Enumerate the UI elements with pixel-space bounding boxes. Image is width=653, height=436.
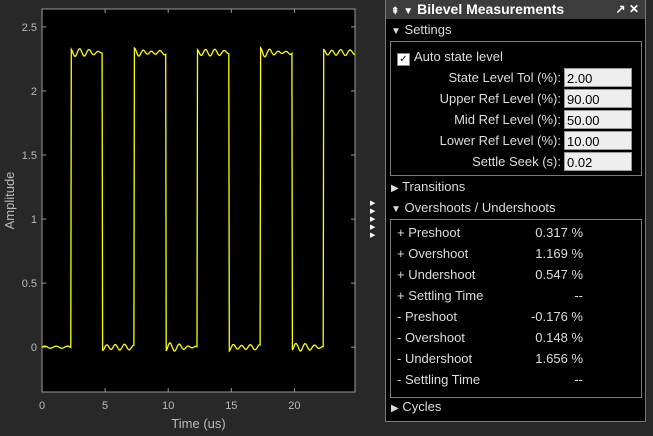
measurement-name: + Settling Time: [397, 288, 484, 303]
collapsed-arrow-icon: ▶: [391, 183, 399, 194]
x-tick-label: 15: [225, 400, 237, 412]
x-tick-label: 20: [288, 400, 300, 412]
settings-box: ✓ Auto state level State Level Tol (%): 2.…: [390, 41, 642, 176]
panel-splitter-handle[interactable]: ▶ ▶ ▶ ▶ ▶: [370, 200, 375, 240]
collapsed-arrow-icon: ▶: [391, 403, 399, 414]
pin-icon[interactable]: ⇞: [391, 6, 399, 17]
y-tick-label: 2: [31, 86, 37, 98]
y-tick-label: 0.5: [22, 278, 37, 290]
cycles-section-toggle[interactable]: ▶ Cycles: [391, 399, 441, 414]
measurement-name: - Settling Time: [397, 372, 481, 387]
setting-input[interactable]: 50.00: [564, 110, 632, 129]
measurement-name: - Undershoot: [397, 351, 473, 366]
measurement-value: 1.169 %: [535, 246, 583, 261]
overshoots-section-toggle[interactable]: ▼ Overshoots / Undershoots: [391, 200, 556, 215]
panel-titlebar: ⇞ ▼ Bilevel Measurements ↗ ✕: [386, 0, 645, 19]
bilevel-measurements-panel: ⇞ ▼ Bilevel Measurements ↗ ✕ ▼ Settings …: [385, 0, 646, 422]
auto-state-level-label: Auto state level: [414, 49, 503, 64]
expanded-arrow-icon: ▼: [391, 26, 401, 37]
setting-input[interactable]: 10.00: [564, 131, 632, 150]
panel-title: Bilevel Measurements: [417, 1, 565, 17]
setting-label: Upper Ref Level (%):: [439, 91, 561, 106]
plot-area: [41, 8, 356, 393]
settings-section-toggle[interactable]: ▼ Settings: [391, 22, 452, 37]
y-tick-label: 2.5: [22, 22, 37, 34]
close-icon[interactable]: ✕: [629, 2, 639, 16]
transitions-header: Transitions: [402, 179, 466, 194]
expanded-arrow-icon: ▼: [391, 204, 401, 215]
setting-input[interactable]: 0.02: [564, 152, 632, 171]
setting-input[interactable]: 2.00: [564, 68, 632, 87]
measurement-value: --: [574, 372, 583, 387]
setting-label: State Level Tol (%):: [448, 70, 561, 85]
setting-input[interactable]: 90.00: [564, 89, 632, 108]
measurement-name: + Overshoot: [397, 246, 469, 261]
measurement-value: 0.148 %: [535, 330, 583, 345]
x-axis-label: Time (us): [171, 416, 225, 431]
x-tick-label: 5: [102, 400, 108, 412]
y-tick-label: 0: [31, 342, 37, 354]
measurement-value: 0.317 %: [535, 225, 583, 240]
x-tick-label: 0: [39, 400, 45, 412]
measurement-name: - Overshoot: [397, 330, 465, 345]
measurement-value: 0.547 %: [535, 267, 583, 282]
y-axis-label: Amplitude: [2, 172, 17, 230]
checkmark-icon: ✓: [397, 53, 410, 66]
setting-label: Settle Seek (s):: [472, 154, 561, 169]
auto-state-level-checkbox[interactable]: ✓ Auto state level: [397, 49, 503, 66]
measurement-name: - Preshoot: [397, 309, 457, 324]
overshoots-box: + Preshoot 0.317 % + Overshoot 1.169 % + Und…: [390, 219, 642, 398]
y-tick-label: 1: [31, 214, 37, 226]
measurement-value: --: [574, 288, 583, 303]
measurement-name: + Undershoot: [397, 267, 476, 282]
overshoots-header: Overshoots / Undershoots: [404, 200, 556, 215]
amplitude-plot: 0 5 10 15 20 0 0.5 1 1.5 2 2.5 Time (us) Amplitude: [2, 8, 356, 431]
measurement-value: 1.656 %: [535, 351, 583, 366]
cycles-header: Cycles: [402, 399, 442, 414]
transitions-section-toggle[interactable]: ▶ Transitions: [391, 179, 465, 194]
y-tick-label: 1.5: [22, 150, 37, 162]
collapse-icon[interactable]: ▼: [403, 6, 413, 17]
setting-label: Mid Ref Level (%):: [454, 112, 561, 127]
x-tick-label: 10: [162, 400, 174, 412]
measurement-name: + Preshoot: [397, 225, 461, 240]
measurement-value: -0.176 %: [530, 309, 583, 324]
setting-label: Lower Ref Level (%):: [439, 133, 561, 148]
undock-icon[interactable]: ↗: [616, 2, 626, 16]
settings-header: Settings: [404, 22, 452, 37]
